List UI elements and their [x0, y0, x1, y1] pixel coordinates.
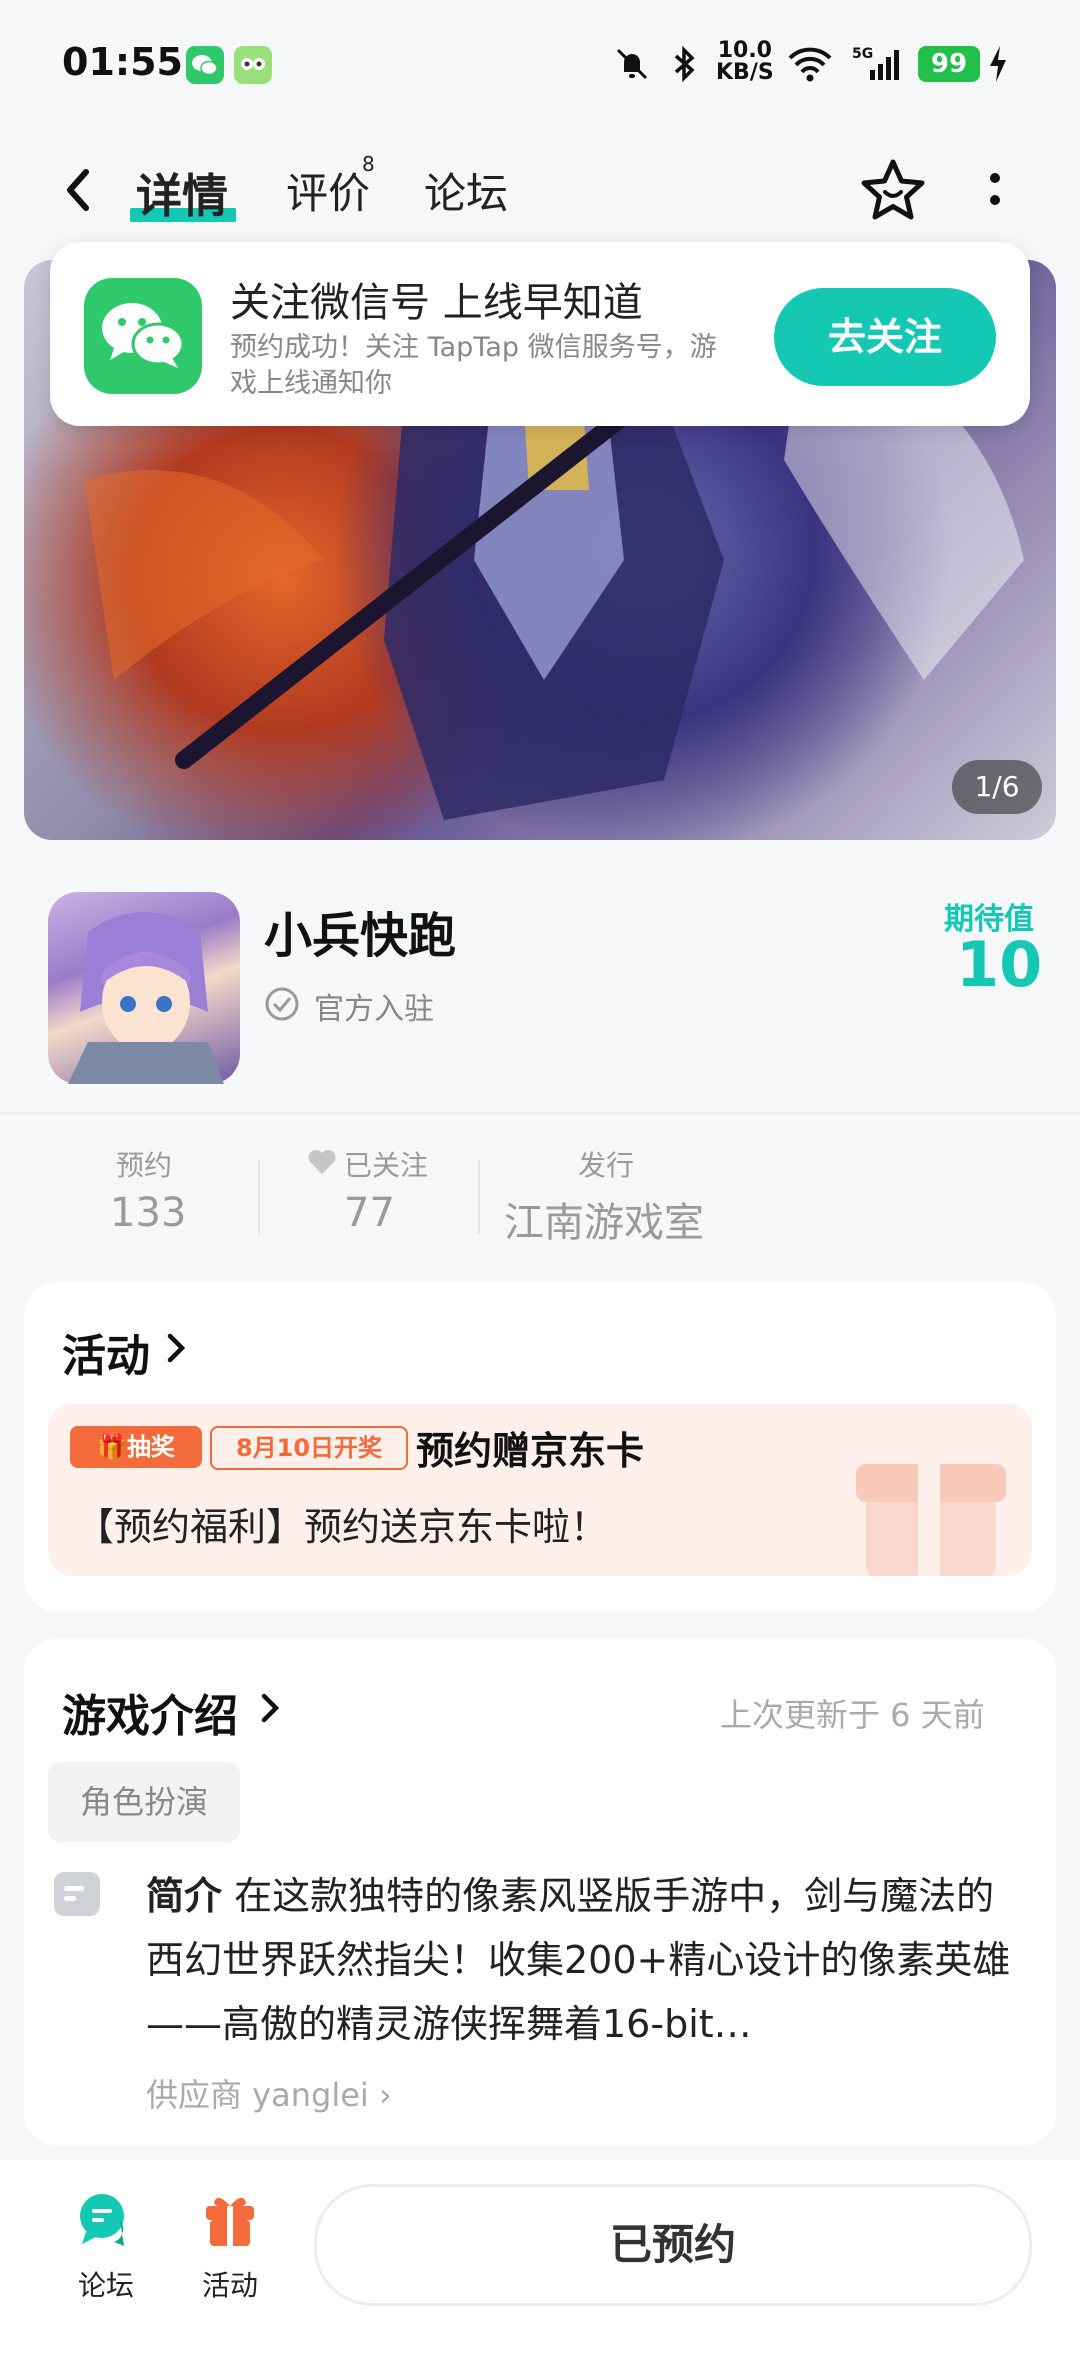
- stat-divider: [478, 1160, 480, 1234]
- battery-level: 99: [918, 46, 980, 82]
- wechat-follow-popup: 关注微信号 上线早知道 预约成功！关注 TapTap 微信服务号，游戏上线通知你…: [50, 242, 1030, 426]
- game-icon: [48, 892, 240, 1084]
- activity-title[interactable]: 活动: [62, 1320, 150, 1384]
- popup-title: 关注微信号 上线早知道: [230, 280, 643, 326]
- official-label: 官方入驻: [314, 992, 434, 1027]
- last-updated: 上次更新于 6 天前: [720, 1696, 985, 1734]
- lottery-badge-label: 抽奖: [126, 1433, 175, 1461]
- stat-publisher-value[interactable]: 江南游戏室: [504, 1190, 704, 1248]
- game-title: 小兵快跑: [264, 908, 457, 964]
- chevron-right-icon: ›: [368, 2076, 392, 2114]
- intro-body: 在这款独特的像素风竖版手游中，剑与魔法的西幻世界跃然指尖！收集200+精心设计的…: [146, 1874, 1011, 2046]
- stat-publisher-label: 发行: [578, 1149, 635, 1182]
- gift-icon: [206, 2197, 254, 2246]
- forum-nav-button[interactable]: [76, 2190, 136, 2254]
- svg-text:5G: 5G: [852, 46, 873, 62]
- tab-forum[interactable]: 论坛: [424, 160, 508, 221]
- draw-date-badge: 8月10日开奖: [210, 1426, 408, 1470]
- status-bar: 01:55 10.0 KB/S 5G 99: [0, 0, 1080, 130]
- event-title: 预约赠京东卡: [416, 1429, 645, 1473]
- heart-icon: [306, 1146, 338, 1182]
- bluetooth-icon: [664, 44, 704, 92]
- carousel-counter: 1/6: [952, 760, 1042, 814]
- genre-tag[interactable]: 角色扮演: [48, 1762, 240, 1842]
- gift-icon: 🎁: [97, 1433, 127, 1461]
- forum-chat-icon: [80, 2194, 124, 2246]
- back-button[interactable]: [58, 160, 98, 220]
- tab-details[interactable]: 详情: [136, 160, 228, 226]
- intro-text: 简介 在这款独特的像素风竖版手游中，剑与魔法的西幻世界跃然指尖！收集200+精心…: [146, 1864, 1026, 2056]
- lottery-badge: 🎁抽奖: [70, 1426, 202, 1468]
- stat-reserve-value: 133: [110, 1190, 187, 1236]
- stat-follow-label: 已关注: [344, 1149, 429, 1182]
- intro-title[interactable]: 游戏介绍: [62, 1680, 238, 1744]
- reserved-button[interactable]: 已预约: [314, 2184, 1032, 2306]
- reviews-count-badge: 8: [362, 152, 375, 176]
- gift-watermark-icon: [856, 1464, 1006, 1576]
- supplier-link[interactable]: 供应商 yanglei ›: [146, 2070, 392, 2116]
- stat-reserve-label: 预约: [116, 1149, 173, 1182]
- charging-icon: [986, 44, 1010, 92]
- stat-divider: [258, 1160, 260, 1234]
- favorite-star-icon[interactable]: [858, 156, 928, 230]
- follow-button[interactable]: 去关注: [774, 288, 996, 386]
- popup-subtitle: 预约成功！关注 TapTap 微信服务号，游戏上线通知你: [230, 332, 717, 399]
- wechat-icon: [186, 46, 224, 84]
- expectation-value: 10: [956, 928, 1043, 1001]
- app-icon: [234, 46, 272, 84]
- signal-icon: 5G: [852, 44, 902, 92]
- tab-reviews[interactable]: 评价: [286, 160, 370, 221]
- chevron-right-icon[interactable]: [164, 1326, 188, 1374]
- more-options-icon[interactable]: [980, 168, 1010, 222]
- mute-icon: [612, 44, 652, 92]
- activity-nav-button[interactable]: [200, 2190, 260, 2254]
- event-description: 【预约福利】预约送京东卡啦！: [76, 1505, 609, 1549]
- chevron-right-icon[interactable]: [258, 1686, 282, 1734]
- stat-follow-value: 77: [344, 1190, 395, 1236]
- verified-check-icon: [264, 986, 300, 1026]
- activity-nav-label[interactable]: 活动: [202, 2264, 258, 2304]
- intro-label: 简介: [146, 1874, 223, 1918]
- clock: 01:55: [62, 40, 183, 84]
- forum-nav-label[interactable]: 论坛: [78, 2264, 134, 2304]
- network-speed: 10.0 KB/S: [716, 38, 774, 85]
- wechat-logo-icon: [84, 278, 202, 394]
- divider: [0, 1112, 1080, 1114]
- description-icon: [52, 1870, 102, 1922]
- supplier-label: 供应商 yanglei: [146, 2076, 369, 2114]
- wifi-icon: [786, 44, 834, 92]
